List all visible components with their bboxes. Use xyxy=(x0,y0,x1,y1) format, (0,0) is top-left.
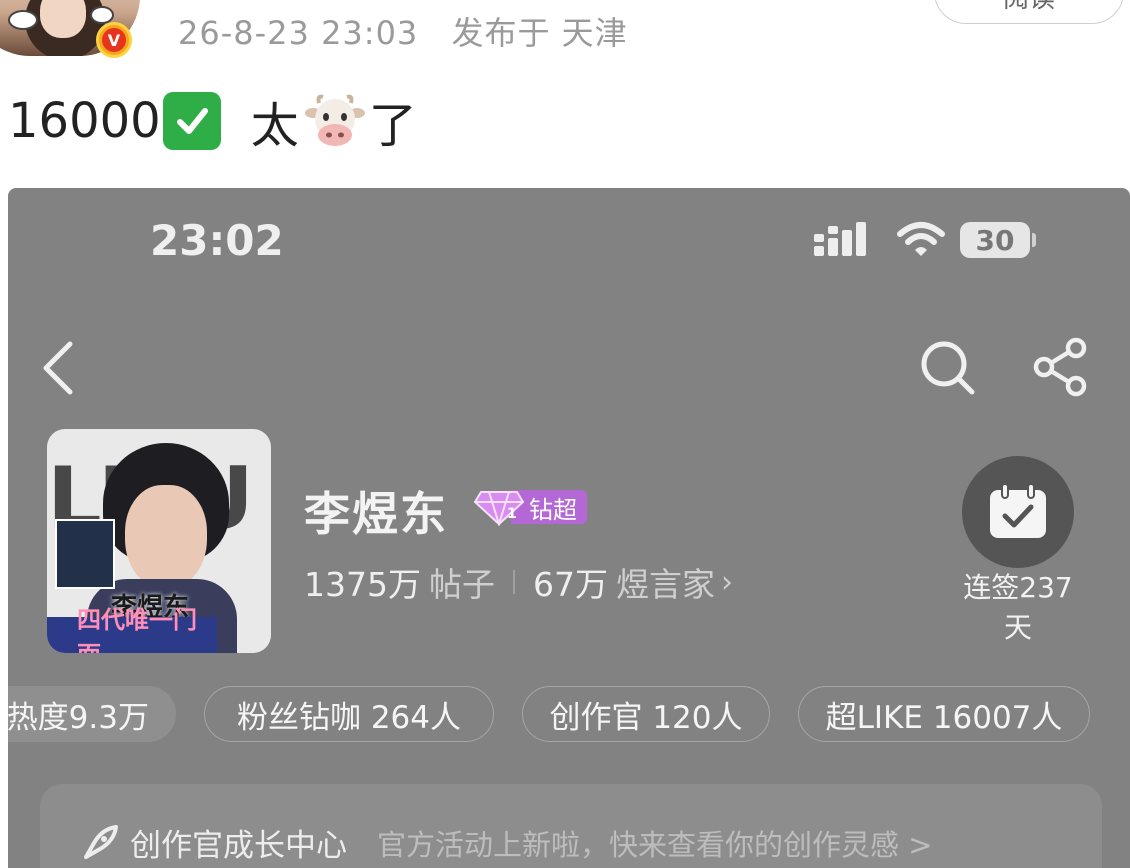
diamond-gem-icon: 1 xyxy=(473,491,525,526)
post-timestamp: 26-8-23 23:03 xyxy=(178,14,419,52)
topic-name: 李煜东 xyxy=(304,487,448,541)
post-text-number: 16000 xyxy=(8,93,161,149)
chevron-right-icon[interactable]: › xyxy=(721,565,733,600)
growth-card-title: 创作官成长中心 xyxy=(130,828,347,864)
post-meta: 26-8-23 23:03 发布于 天津 xyxy=(178,8,628,54)
status-bar-icons: 30 xyxy=(812,218,1042,262)
creator-growth-card[interactable]: 创作官成长中心 官方活动上新啦，快来查看你的创作灵感 > xyxy=(40,784,1102,868)
back-arrow-icon[interactable] xyxy=(34,338,84,398)
rocket-icon xyxy=(84,824,118,859)
calendar-check-icon xyxy=(990,483,1046,538)
doodle-sticker-icon xyxy=(8,10,38,30)
chip-heat[interactable]: 热度9.3万 xyxy=(8,686,176,742)
level-badge: 1 钻超 xyxy=(473,488,587,526)
signal-icon xyxy=(814,222,866,256)
posts-label: 帖子 xyxy=(428,565,495,604)
status-bar-time: 23:02 xyxy=(150,216,284,265)
fans-count[interactable]: 67万 xyxy=(533,558,608,606)
cover-sub-caption: 四代唯一门面 xyxy=(47,605,217,653)
post-text: 16000 太 了 xyxy=(8,88,417,154)
stat-chips: 热度9.3万 粉丝钻咖 264人 创作官 120人 超LIKE 16007人 xyxy=(8,686,1130,744)
read-button[interactable]: 阅读 xyxy=(934,0,1124,24)
topic-cover-image[interactable]: LIYU 李煜东 四代唯一门面 xyxy=(47,429,271,653)
stats-divider xyxy=(512,570,515,594)
read-button-label: 阅读 xyxy=(1003,0,1055,15)
share-icon[interactable] xyxy=(1030,336,1092,398)
wifi-icon xyxy=(897,222,945,256)
growth-card-description: 官方活动上新啦，快来查看你的创作灵感 > xyxy=(377,827,933,862)
topic-stats: 1375万 帖子 67万 煜言家 › xyxy=(304,558,733,606)
battery-level: 30 xyxy=(975,223,1015,257)
svg-text:1: 1 xyxy=(507,506,517,522)
cow-face-emoji-icon xyxy=(304,94,365,146)
verified-badge-icon: V xyxy=(96,22,132,58)
chip-super-like[interactable]: 超LIKE 16007人 xyxy=(798,686,1090,742)
fans-label[interactable]: 煜言家 xyxy=(616,558,715,606)
battery-icon: 30 xyxy=(960,222,1030,258)
posts-count: 1375万 xyxy=(304,565,421,604)
checkin-streak: 连签237 天 xyxy=(956,568,1080,648)
checkin-streak-line1: 连签237 xyxy=(963,571,1073,604)
check-mark-emoji-icon xyxy=(162,92,221,150)
chip-fan-vip[interactable]: 粉丝钻咖 264人 xyxy=(204,686,494,742)
embedded-screenshot[interactable]: 23:02 30 LIYU xyxy=(8,188,1130,868)
search-icon[interactable] xyxy=(918,338,978,398)
post-location: 发布于 天津 xyxy=(451,14,628,52)
checkin-streak-line2: 天 xyxy=(1003,611,1032,644)
post-text-word: 太 xyxy=(250,98,299,154)
checkin-button[interactable] xyxy=(962,456,1074,568)
chip-creator[interactable]: 创作官 120人 xyxy=(522,686,770,742)
post-text-word: 了 xyxy=(368,98,417,154)
